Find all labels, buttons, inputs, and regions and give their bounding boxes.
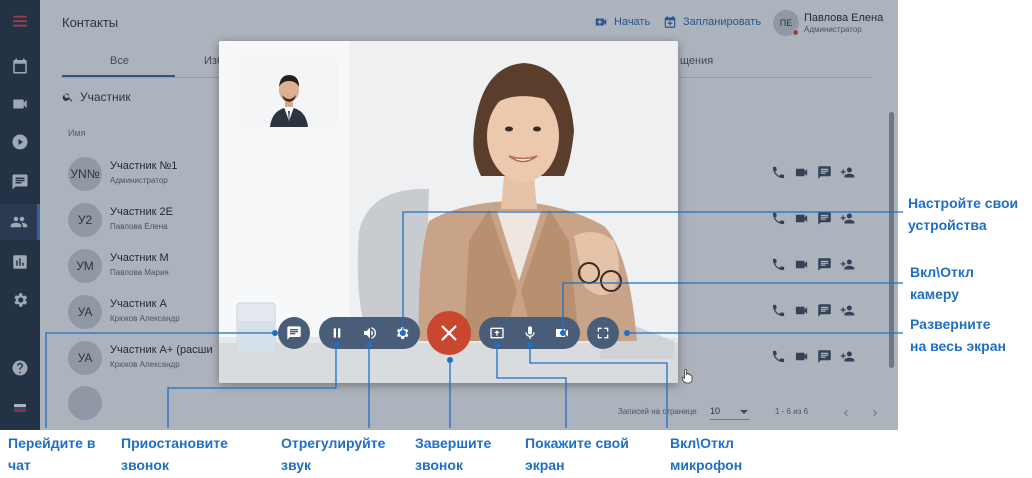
callout-share: Покажите свой экран <box>525 432 629 476</box>
callout-mic-text: Вкл\Откл микрофон <box>670 435 743 473</box>
callout-camera-text: Вкл\Откл камеру <box>910 264 974 302</box>
callout-annotations <box>45 211 903 428</box>
callout-fullscreen-text: Разверните на весь экран <box>910 316 1006 354</box>
callout-volume-text: Отрегулируйте звук <box>281 435 386 473</box>
callout-pause-text: Приостановите звонок <box>121 435 228 473</box>
callout-camera: Вкл\Откл камеру <box>910 261 974 305</box>
callout-mic: Вкл\Откл микрофон <box>670 432 742 476</box>
callout-end: Завершите звонок <box>415 432 491 476</box>
callout-share-text: Покажите свой экран <box>525 435 629 473</box>
callout-pause: Приостановите звонок <box>121 432 228 476</box>
callout-chat: Перейдите в чат <box>8 432 95 476</box>
callout-devices: Настройте свои устройства <box>908 192 1018 236</box>
callout-fullscreen: Разверните на весь экран <box>910 313 1006 357</box>
callout-chat-text: Перейдите в чат <box>8 435 96 473</box>
callout-devices-text: Настройте свои устройства <box>908 195 1019 233</box>
callout-volume: Отрегулируйте звук <box>281 432 385 476</box>
callout-end-text: Завершите звонок <box>415 435 492 473</box>
